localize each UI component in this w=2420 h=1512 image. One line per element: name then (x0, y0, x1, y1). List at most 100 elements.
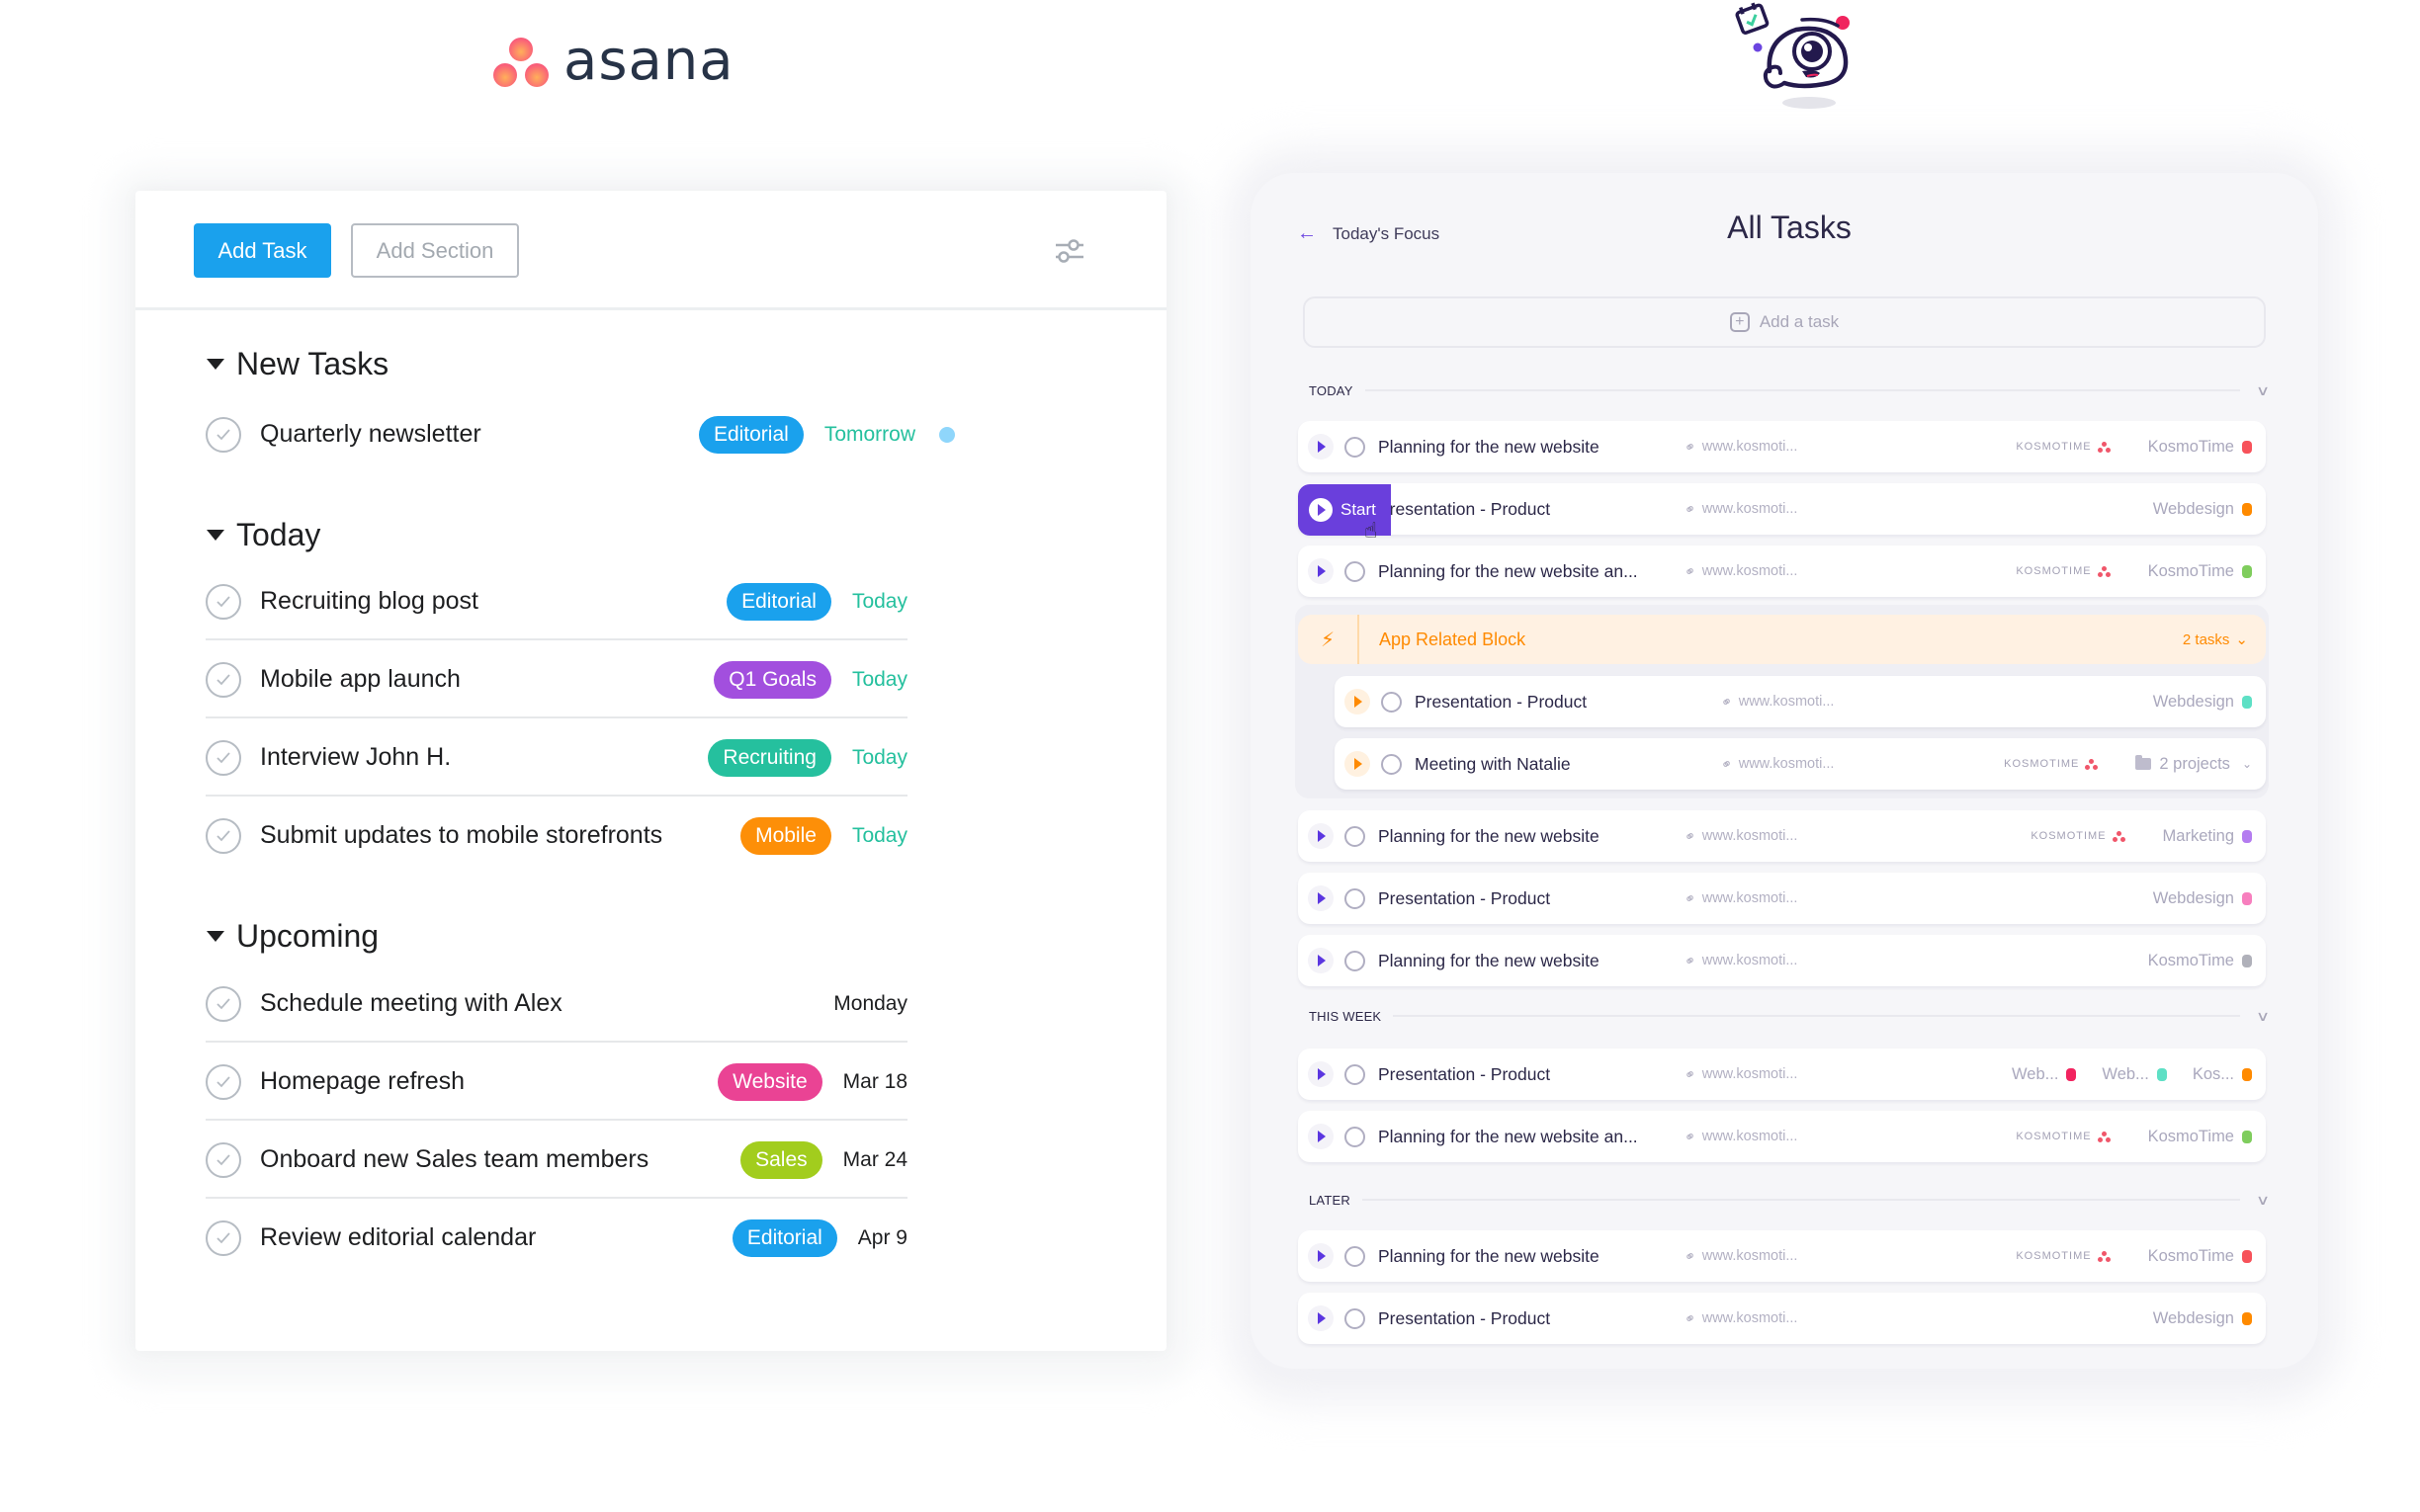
due-date[interactable]: Tomorrow (824, 423, 915, 447)
chevron-down-icon[interactable]: ∨ (2255, 1192, 2270, 1209)
complete-checkbox[interactable] (1344, 887, 1365, 909)
tag-pill[interactable]: Website (718, 1062, 822, 1101)
project-chip[interactable]: Web... (2102, 1065, 2167, 1084)
task-row[interactable]: Schedule meeting with Alex Monday (206, 965, 908, 1043)
task-link[interactable]: ⚭ www.kosmoti... (1682, 951, 1843, 970)
play-button[interactable] (1308, 1124, 1334, 1149)
complete-checkbox[interactable] (1344, 950, 1365, 971)
task-link[interactable]: ⚭ www.kosmoti... (1682, 561, 1843, 581)
add-section-button[interactable]: Add Section (351, 223, 519, 278)
task-name[interactable]: Presentation - Product (1378, 499, 1685, 520)
play-button[interactable] (1308, 434, 1334, 460)
complete-checkbox[interactable] (206, 739, 241, 776)
task-row[interactable]: Recruiting blog post Editorial Today (206, 562, 908, 640)
play-button[interactable] (1308, 1305, 1334, 1331)
task-name[interactable]: Planning for the new website an... (1378, 561, 1685, 582)
task-row[interactable]: Presentation - Product ⚭ www.kosmoti... Web… (1298, 1049, 2266, 1100)
section-header[interactable]: Upcoming (207, 918, 379, 955)
task-name[interactable]: Meeting with Natalie (1415, 754, 1721, 775)
play-button[interactable] (1308, 885, 1334, 911)
complete-checkbox[interactable] (1381, 691, 1402, 713)
task-link[interactable]: ⚭ www.kosmoti... (1682, 826, 1843, 846)
task-link[interactable]: ⚭ www.kosmoti... (1682, 499, 1843, 519)
task-row[interactable]: Meeting with Natalie ⚭ www.kosmoti... KOSMO… (1335, 738, 2266, 790)
task-row[interactable]: Submit updates to mobile storefronts Mobi… (206, 797, 908, 875)
complete-checkbox[interactable] (1344, 1126, 1365, 1147)
play-button[interactable] (1344, 689, 1370, 714)
complete-checkbox[interactable] (206, 1219, 241, 1256)
add-a-task-input[interactable]: + Add a task (1303, 296, 2266, 348)
play-button[interactable] (1308, 823, 1334, 849)
tag-pill[interactable]: Mobile (740, 816, 831, 855)
task-row[interactable]: Planning for the new website an... ⚭ www.k… (1298, 546, 2266, 597)
task-link[interactable]: ⚭ www.kosmoti... (1682, 888, 1843, 908)
task-name[interactable]: Quarterly newsletter (260, 420, 699, 449)
section-header[interactable]: Today (207, 517, 320, 553)
complete-checkbox[interactable] (206, 1063, 241, 1100)
project-label[interactable]: KosmoTime (2148, 562, 2234, 581)
task-name[interactable]: Presentation - Product (1378, 1308, 1685, 1329)
task-name[interactable]: Presentation - Product (1378, 1064, 1685, 1085)
task-name[interactable]: Schedule meeting with Alex (260, 989, 833, 1018)
task-row[interactable]: Review editorial calendar Editorial Apr 9 (206, 1199, 908, 1277)
task-link[interactable]: ⚭ www.kosmoti... (1682, 1127, 1843, 1146)
play-button[interactable] (1308, 558, 1334, 584)
task-row[interactable]: Mobile app launch Q1 Goals Today (206, 640, 908, 718)
back-to-todays-focus-link[interactable]: ← Today's Focus (1297, 222, 1439, 245)
task-name[interactable]: Planning for the new website (1378, 437, 1685, 458)
complete-checkbox[interactable] (206, 1141, 241, 1178)
task-name[interactable]: Homepage refresh (260, 1067, 718, 1096)
task-name[interactable]: Planning for the new website (1378, 826, 1685, 847)
project-chip[interactable]: Kos... (2193, 1065, 2252, 1084)
complete-checkbox[interactable] (1344, 825, 1365, 847)
task-name[interactable]: Review editorial calendar (260, 1223, 733, 1252)
due-date[interactable]: Today (852, 746, 908, 770)
project-label[interactable]: KosmoTime (2148, 1247, 2234, 1266)
task-row[interactable]: Planning for the new website an... ⚭ www.k… (1298, 1111, 2266, 1162)
task-link[interactable]: ⚭ www.kosmoti... (1682, 1246, 1843, 1266)
tag-pill[interactable]: Editorial (727, 582, 831, 621)
complete-checkbox[interactable] (206, 661, 241, 698)
task-link[interactable]: ⚭ www.kosmoti... (1682, 437, 1843, 457)
project-label[interactable]: KosmoTime (2148, 952, 2234, 970)
task-name[interactable]: Submit updates to mobile storefronts (260, 821, 740, 850)
complete-checkbox[interactable] (206, 985, 241, 1022)
task-link[interactable]: ⚭ www.kosmoti... (1718, 692, 1879, 712)
project-label[interactable]: Webdesign (2153, 500, 2234, 519)
play-button[interactable] (1344, 751, 1370, 777)
app-related-block-header[interactable]: ⚡︎ App Related Block 2 tasks ⌄ (1298, 615, 2266, 664)
task-row[interactable]: Planning for the new website ⚭ www.kosmoti… (1298, 810, 2266, 862)
task-link[interactable]: ⚭ www.kosmoti... (1718, 754, 1879, 774)
chevron-down-icon[interactable]: ⌄ (2242, 757, 2252, 771)
task-row[interactable]: Planning for the new website ⚭ www.kosmoti… (1298, 1230, 2266, 1282)
task-name[interactable]: Presentation - Product (1415, 692, 1721, 713)
task-row[interactable]: Presentation - Product ⚭ www.kosmoti... Web… (1298, 483, 2266, 535)
project-label[interactable]: Webdesign (2153, 1309, 2234, 1328)
due-date[interactable]: Today (852, 668, 908, 692)
sliders-icon[interactable] (1053, 236, 1086, 266)
complete-checkbox[interactable] (1381, 753, 1402, 775)
section-header[interactable]: New Tasks (207, 346, 389, 382)
due-date[interactable]: Mar 24 (843, 1148, 908, 1172)
complete-checkbox[interactable] (206, 416, 241, 453)
tag-pill[interactable]: Editorial (698, 415, 804, 454)
play-button[interactable] (1308, 1061, 1334, 1087)
task-name[interactable]: Planning for the new website an... (1378, 1127, 1685, 1147)
task-name[interactable]: Onboard new Sales team members (260, 1145, 740, 1174)
due-date[interactable]: Today (852, 590, 908, 614)
project-label[interactable]: Marketing (2163, 827, 2234, 846)
complete-checkbox[interactable] (1344, 560, 1365, 582)
due-date[interactable]: Apr 9 (858, 1226, 908, 1250)
tag-pill[interactable]: Editorial (732, 1218, 837, 1257)
complete-checkbox[interactable] (1344, 1307, 1365, 1329)
due-date[interactable]: Mar 18 (843, 1070, 908, 1094)
chevron-down-icon[interactable]: ∨ (2255, 382, 2270, 399)
block-task-count[interactable]: 2 tasks ⌄ (2183, 630, 2248, 649)
tag-pill[interactable]: Recruiting (708, 738, 831, 777)
task-row[interactable]: Onboard new Sales team members Sales Mar 2… (206, 1121, 908, 1199)
task-name[interactable]: Mobile app launch (260, 665, 714, 694)
project-label[interactable]: KosmoTime (2148, 438, 2234, 457)
task-row[interactable]: Presentation - Product ⚭ www.kosmoti... Web… (1335, 676, 2266, 727)
project-label[interactable]: KosmoTime (2148, 1128, 2234, 1146)
add-task-button[interactable]: Add Task (194, 223, 331, 278)
